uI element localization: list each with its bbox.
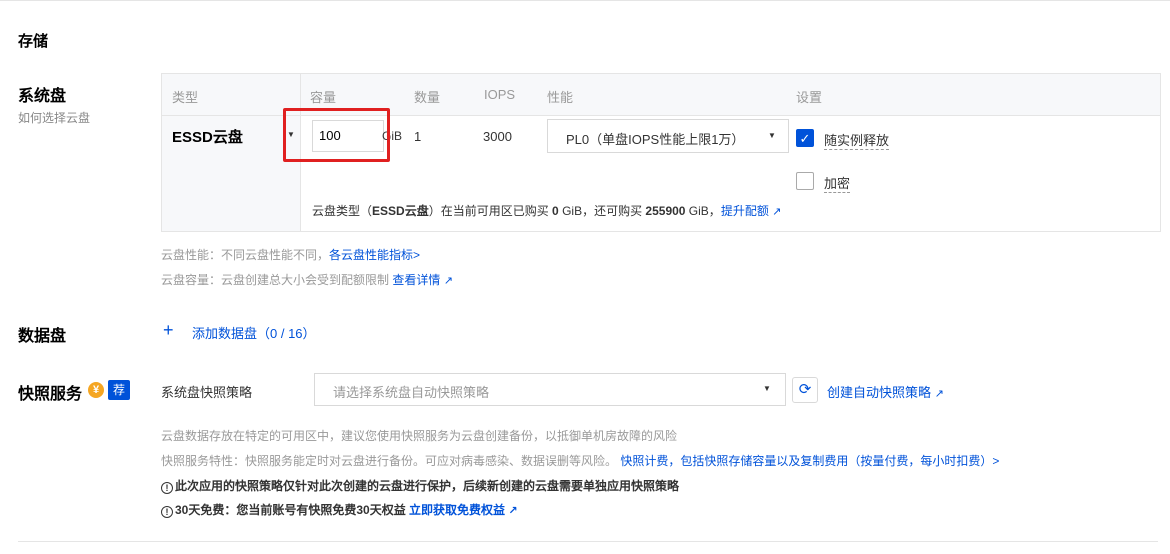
- refresh-button[interactable]: ⟳: [792, 377, 818, 403]
- release-with-instance-checkbox[interactable]: ✓: [796, 129, 814, 147]
- quota-bought: 0: [552, 204, 559, 218]
- col-quantity: 数量: [414, 90, 441, 105]
- snapshot-policy-placeholder: 请选择系统盘自动快照策略: [333, 385, 490, 400]
- snapshot-note-1: 云盘数据存放在特定的可用区中，建议您使用快照服务为云盘创建备份，以抵御单机房故障…: [161, 429, 678, 443]
- coin-icon: ¥: [88, 382, 104, 398]
- encrypt-checkbox[interactable]: [796, 172, 814, 190]
- external-link-icon: ↗: [443, 275, 453, 287]
- increase-quota-text: 提升配额: [720, 204, 769, 218]
- chevron-down-icon: ▼: [763, 384, 771, 393]
- recommended-badge: 荐: [108, 380, 130, 400]
- disk-performance-note: 云盘性能：不同云盘性能不同，各云盘性能指标>: [161, 246, 420, 263]
- performance-value: PL0（单盘IOPS性能上限1万）: [566, 132, 745, 147]
- encrypt-label: 加密: [824, 173, 851, 193]
- quota-middle3: GiB，: [685, 204, 721, 218]
- system-snapshot-policy-label: 系统盘快照策略: [161, 385, 253, 400]
- snapshot-free-text: 30天免费：您当前账号有快照免费30天权益: [175, 503, 410, 517]
- how-to-choose-disk-link[interactable]: 如何选择云盘: [18, 109, 90, 126]
- snapshot-billing-link[interactable]: 快照计费，包括快照存储容量以及复制费用（按量付费，每小时扣费）>: [620, 454, 999, 468]
- system-disk-label: 系统盘: [18, 88, 67, 105]
- col-type: 类型: [172, 90, 199, 105]
- release-with-instance-text: 随实例释放: [824, 133, 890, 150]
- view-details-text: 查看详情: [392, 273, 441, 287]
- snapshot-warning: ! 此次应用的快照策略仅针对此次创建的云盘进行保护，后续新创建的云盘需要单独应用快…: [161, 477, 679, 494]
- quota-remaining: 255900: [645, 204, 686, 218]
- quantity-value: 1: [414, 129, 422, 144]
- chevron-down-icon: ▼: [768, 131, 776, 140]
- refresh-icon: ⟳: [798, 381, 812, 398]
- perf-note-text: 云盘性能：不同云盘性能不同，: [161, 248, 330, 262]
- col-performance: 性能: [547, 90, 574, 105]
- snapshot-label: 快照服务: [18, 386, 83, 403]
- get-free-benefit-text: 立即获取免费权益: [409, 503, 506, 517]
- snapshot-note-2: 快照服务特性：快照服务能定时对云盘进行备份。可应对病毒感染、数据误删等风险。 快…: [161, 452, 999, 469]
- quota-prefix: 云盘类型（: [312, 204, 373, 218]
- disk-type-select[interactable]: ESSD云盘: [172, 126, 243, 147]
- add-data-disk-button[interactable]: 添加数据盘（0 / 16）: [192, 323, 316, 342]
- quota-middle1: ）在当前可用区已购买: [428, 204, 553, 218]
- snapshot-policy-select[interactable]: 请选择系统盘自动快照策略 ▼: [314, 373, 786, 406]
- external-link-icon: ↗: [934, 388, 944, 400]
- quota-type: ESSD云盘: [372, 204, 429, 218]
- iops-value: 3000: [483, 129, 512, 144]
- bottom-divider: [18, 541, 1158, 542]
- external-link-icon: ↗: [508, 505, 518, 517]
- performance-select[interactable]: PL0（单盘IOPS性能上限1万） ▼: [547, 119, 789, 153]
- disk-capacity-note: 云盘容量：云盘创建总大小会受到配额限制 查看详情 ↗: [161, 271, 453, 288]
- quota-note: 云盘类型（ESSD云盘）在当前可用区已购买 0 GiB，还可购买 255900 …: [312, 202, 781, 219]
- snapshot-note-2-text: 快照服务特性：快照服务能定时对云盘进行备份。可应对病毒感染、数据误删等风险。: [161, 454, 618, 468]
- section-title: 存储: [18, 33, 49, 50]
- col-settings: 设置: [796, 90, 823, 105]
- perf-indicators-link[interactable]: 各云盘性能指标>: [329, 248, 420, 262]
- disk-type-value: ESSD云盘: [172, 129, 243, 146]
- get-free-benefit-link[interactable]: 立即获取免费权益 ↗: [409, 503, 518, 517]
- data-disk-label: 数据盘: [18, 328, 67, 345]
- capacity-highlight-box: [283, 108, 390, 162]
- quota-middle2: GiB，还可购买: [558, 204, 646, 218]
- create-snapshot-policy-text: 创建自动快照策略: [827, 385, 932, 400]
- top-divider: [0, 0, 1170, 1]
- capacity-note-text: 云盘容量：云盘创建总大小会受到配额限制: [161, 273, 393, 287]
- create-snapshot-policy-link[interactable]: 创建自动快照策略 ↗: [827, 382, 944, 401]
- view-details-link[interactable]: 查看详情 ↗: [392, 273, 453, 287]
- external-link-icon: ↗: [772, 206, 782, 218]
- col-iops: IOPS: [484, 87, 516, 102]
- plus-icon[interactable]: +: [163, 320, 174, 341]
- info-icon: !: [161, 482, 173, 494]
- info-icon: !: [161, 506, 173, 518]
- col-capacity: 容量: [310, 90, 337, 105]
- snapshot-free-note: ! 30天免费：您当前账号有快照免费30天权益 立即获取免费权益 ↗: [161, 501, 518, 518]
- increase-quota-link[interactable]: 提升配额 ↗: [721, 204, 782, 218]
- encrypt-text: 加密: [824, 176, 851, 193]
- release-with-instance-label: 随实例释放: [824, 130, 890, 150]
- snapshot-warning-text: 此次应用的快照策略仅针对此次创建的云盘进行保护，后续新创建的云盘需要单独应用快照…: [175, 479, 680, 493]
